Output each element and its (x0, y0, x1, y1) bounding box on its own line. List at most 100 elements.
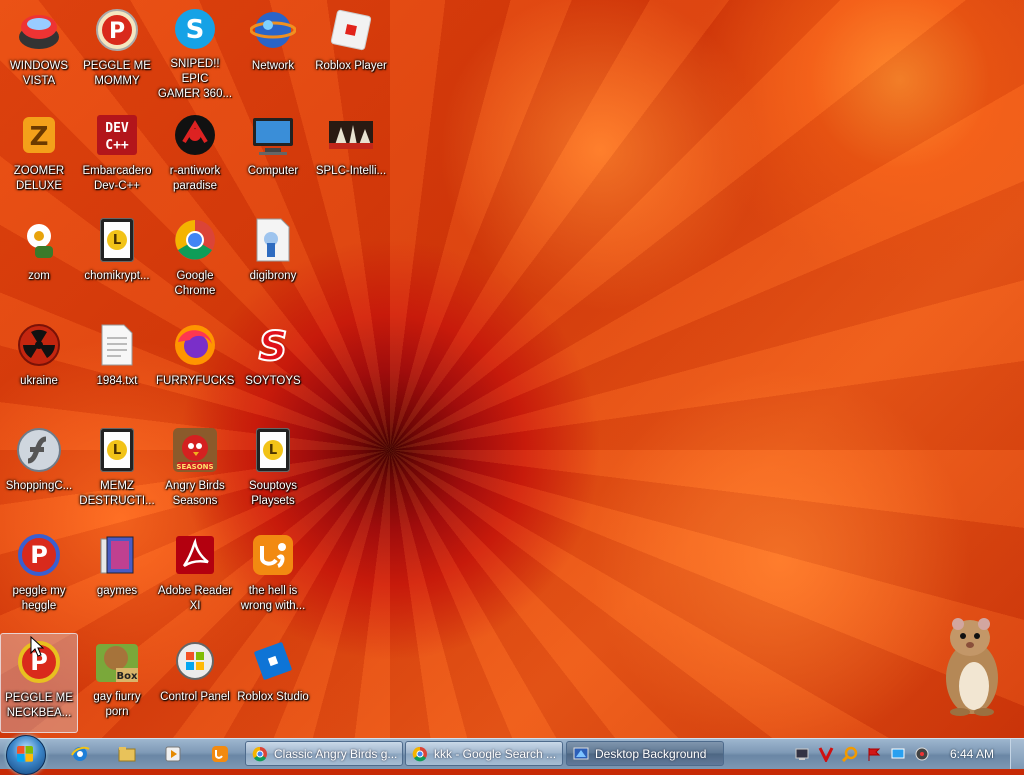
hamster-desktop-pet[interactable] (930, 612, 1010, 722)
svg-text:P: P (30, 541, 48, 569)
vista-logo-icon (15, 6, 63, 54)
desktop-icon-gaymes[interactable]: gaymes (78, 527, 156, 627)
desktop-icon-google-chrome[interactable]: Google Chrome (156, 212, 234, 312)
desktop-icon-1984-txt[interactable]: 1984.txt (78, 317, 156, 417)
volume-tray-icon[interactable] (914, 746, 930, 762)
svg-text:C++: C++ (105, 138, 129, 153)
chrome-icon (252, 746, 267, 761)
internet-explorer-icon[interactable] (70, 745, 90, 763)
uc-browser-taskbar-icon[interactable] (210, 745, 230, 763)
desktop-icon-label: SNIPED!! EPIC GAMER 360... (157, 58, 233, 100)
desktop-icon-computer[interactable]: Computer (234, 107, 312, 207)
desktop-icon-soytoys[interactable]: S SOYTOYS (234, 317, 312, 417)
desktop-icon-label: digibrony (249, 270, 297, 282)
desktop-icon-label: PEGGLE ME MOMMY (83, 60, 151, 87)
start-button[interactable] (6, 735, 46, 775)
media-player-icon[interactable] (163, 745, 183, 763)
radiation-icon (15, 321, 63, 369)
display-tray-icon[interactable] (890, 746, 906, 762)
svg-text:Box: Box (117, 671, 138, 682)
network-globe-icon (249, 6, 297, 54)
desktop-icon-digibrony[interactable]: digibrony (234, 212, 312, 312)
mouse-cursor-icon (30, 635, 45, 662)
secured-file-icon: L (93, 426, 141, 474)
desktop-icon-label: 1984.txt (96, 375, 138, 387)
taskbar: Classic Angry Birds g... kkk - Google Se… (0, 735, 1024, 775)
taskbar-window-button[interactable]: Desktop Background (566, 741, 724, 766)
network-tray-icon[interactable] (794, 746, 810, 762)
desktop-icon-label: the hell is wrong with... (240, 585, 306, 612)
desktop-icon-sniped-epic-gamer[interactable]: S SNIPED!! EPIC GAMER 360... (156, 2, 234, 102)
windows-logo-icon (17, 746, 33, 762)
desktop-icon-label: Roblox Player (315, 60, 387, 72)
desktop-icon-shoppingc[interactable]: ShoppingC... (0, 422, 78, 522)
zoomer-icon: Z (15, 111, 63, 159)
desktop-icon-souptoys-playsets[interactable]: L Souptoys Playsets (234, 422, 312, 522)
splc-icon (327, 111, 375, 159)
desktop-icon-network[interactable]: Network (234, 2, 312, 102)
box-hamster-icon: Box (93, 637, 141, 685)
desktop-icon-label: zom (28, 270, 50, 282)
taskbar-window-button[interactable]: kkk - Google Search ... (405, 741, 563, 766)
desktop-icon-peggle-my-heggle[interactable]: P peggle my heggle (0, 527, 78, 627)
desktop-icon-splc-intelli[interactable]: SPLC-Intelli... (312, 107, 390, 207)
desktop-icon-label: Google Chrome (174, 270, 216, 297)
desktop-icon-control-panel[interactable]: Control Panel (156, 633, 234, 733)
angry-birds-icon: SEASONS (171, 426, 219, 474)
search-tray-icon[interactable] (842, 746, 858, 762)
desktop-icon-label: Network (251, 60, 295, 72)
desktop-icon-roblox-player[interactable]: Roblox Player (312, 2, 390, 102)
desktop-icon-zom[interactable]: zom (0, 212, 78, 312)
explorer-folder-icon[interactable] (117, 745, 137, 763)
desktop-icon-label: SOYTOYS (245, 375, 301, 387)
desktop-icon-roblox-studio[interactable]: Roblox Studio (234, 633, 312, 733)
desktop-icon-box-hamster[interactable]: Box gay fiurry porn (78, 633, 156, 733)
control-panel-icon (171, 637, 219, 685)
taskbar-window-label: kkk - Google Search ... (434, 746, 557, 761)
secured-file-icon: L (249, 426, 297, 474)
desktop-icon-label: ukraine (20, 375, 58, 387)
roblox-icon (327, 6, 375, 54)
taskbar-clock[interactable]: 6:44 AM (950, 747, 994, 761)
desktop-icon-angry-birds-seasons[interactable]: SEASONS Angry Birds Seasons (156, 422, 234, 522)
desktop-icon-adobe-reader-xi[interactable]: Adobe Reader XI (156, 527, 234, 627)
taskbar-window-button[interactable]: Classic Angry Birds g... (245, 741, 403, 766)
desktop-icon-label: ShoppingC... (5, 480, 73, 492)
personalize-icon (573, 747, 589, 759)
desktop-icon-zoomer-deluxe[interactable]: Z ZOOMER DELUXE (0, 107, 78, 207)
uc-browser-icon (249, 531, 297, 579)
desktop-icon-furryfucks[interactable]: FURRYFUCKS (156, 317, 234, 417)
adobe-reader-icon (171, 531, 219, 579)
desktop-icon-label: SPLC-Intelli... (315, 165, 387, 177)
desktop-icon-windows-vista[interactable]: WINDOWS VISTA (0, 2, 78, 102)
desktop-icon-chomikrypt[interactable]: L chomikrypt... (78, 212, 156, 312)
desktop-icon-embarcadero-devcpp[interactable]: DEV C++ Embarcadero Dev-C++ (78, 107, 156, 207)
action-center-flag-icon[interactable] (866, 746, 882, 762)
skype-icon: S (171, 6, 219, 52)
show-desktop-button[interactable] (1010, 739, 1024, 769)
desktop-icon-label: WINDOWS VISTA (9, 60, 69, 87)
devcpp-icon: DEV C++ (93, 111, 141, 159)
roblox-studio-icon (249, 637, 297, 685)
desktop-icon-ukraine[interactable]: ukraine (0, 317, 78, 417)
desktop-icon-label: Computer (247, 165, 299, 177)
svg-text:Z: Z (30, 122, 49, 152)
svg-text:SEASONS: SEASONS (176, 463, 213, 471)
desktop-icon-the-hell-is-wrong[interactable]: the hell is wrong with... (234, 527, 312, 627)
desktop-icon-label: Souptoys Playsets (249, 480, 297, 507)
peggle-icon: P (93, 6, 141, 54)
taskbar-window-label: Desktop Background (595, 746, 707, 761)
desktop-icon-label: Angry Birds Seasons (165, 480, 225, 507)
antivirus-tray-icon[interactable] (818, 746, 834, 762)
firefox-icon (171, 321, 219, 369)
flower-icon (15, 216, 63, 264)
desktop-icon-label: Control Panel (160, 691, 230, 703)
soytoys-icon: S (249, 321, 297, 369)
secured-file-icon: L (93, 216, 141, 264)
desktop-icon-label: gaymes (96, 585, 138, 597)
desktop-icon-r-antiwork-paradise[interactable]: r-antiwork paradise (156, 107, 234, 207)
text-file-icon (93, 321, 141, 369)
desktop-icon-label: gay fiurry porn (93, 691, 141, 718)
desktop-icon-memz-destructive[interactable]: L MEMZ DESTRUCTI... (78, 422, 156, 522)
desktop-icon-peggle-me-mommy[interactable]: P PEGGLE ME MOMMY (78, 2, 156, 102)
